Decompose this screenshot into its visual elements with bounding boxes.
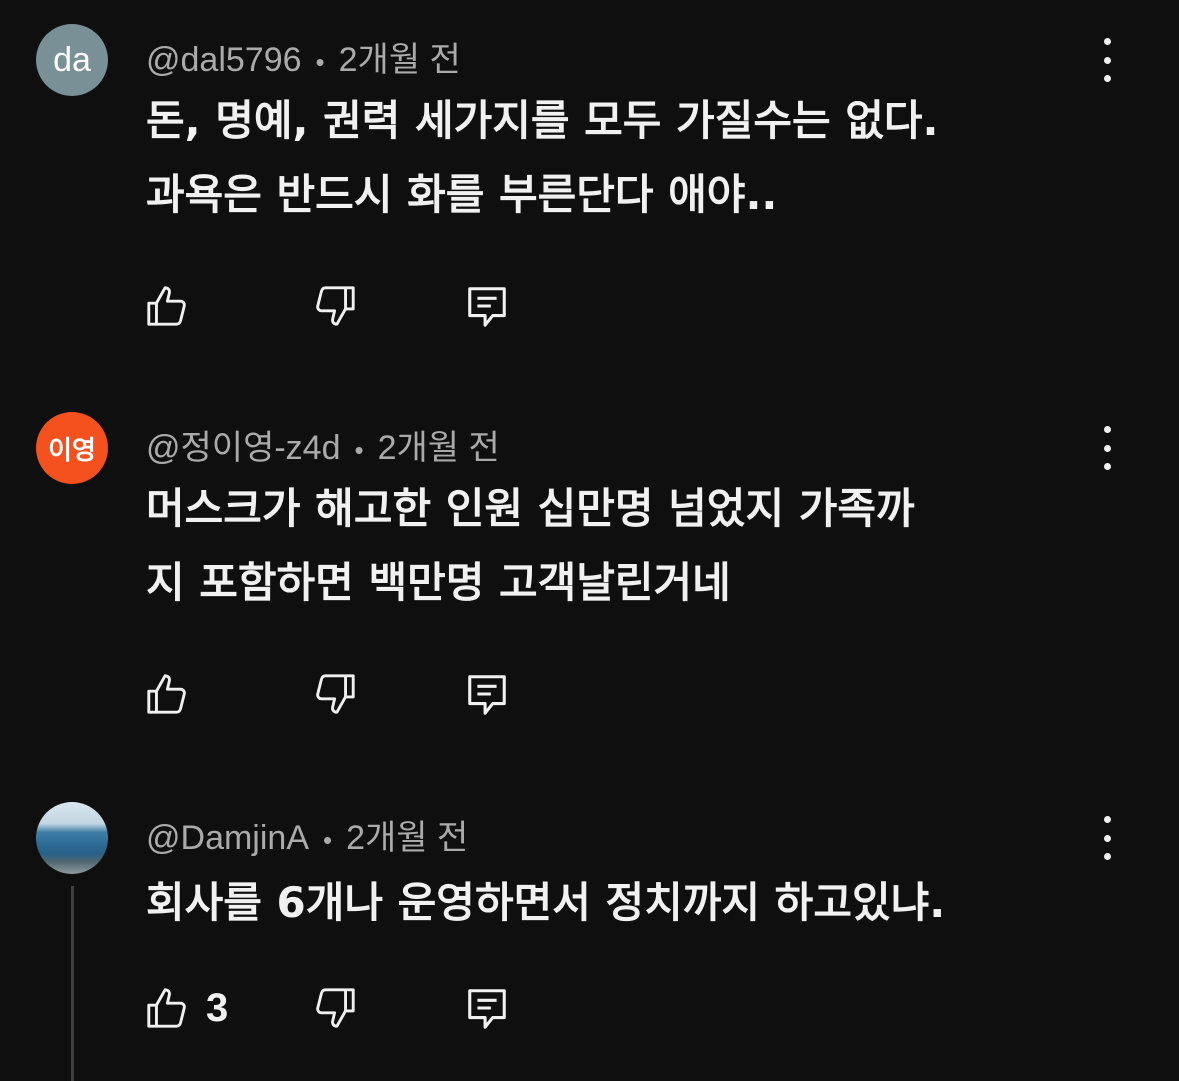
more-vertical-icon[interactable] [1090, 38, 1124, 82]
comment-timestamp[interactable]: 2개월 전 [339, 41, 461, 79]
reply-button[interactable] [464, 670, 510, 718]
comment-actions [144, 282, 544, 332]
comment-text-line: 회사를 6개나 운영하면서 정치까지 하고있냐. [146, 878, 946, 927]
comment-author[interactable]: @정이영-z4d [146, 429, 341, 467]
comment-meta: @dal5796 • 2개월 전 [146, 32, 461, 81]
thumbs-down-icon [316, 988, 355, 1028]
comment-timestamp[interactable]: 2개월 전 [346, 819, 468, 857]
reply-button[interactable] [464, 282, 510, 330]
comment-author[interactable]: @dal5796 [146, 41, 302, 79]
comment-text-line: 과욕은 반드시 화를 부른단다 애야.. [146, 170, 778, 219]
thumbs-down-icon [316, 674, 355, 714]
reply-icon [468, 675, 506, 715]
reply-icon [468, 989, 506, 1029]
comment-actions [144, 670, 544, 720]
comment-text-line: 머스크가 해고한 인원 십만명 넘었지 가족까 [146, 484, 915, 533]
comments-list: da @dal5796 • 2개월 전 돈, 명예, 권력 세가지를 모두 가질수는… [0, 0, 1179, 1081]
reply-thread-line [71, 886, 74, 1081]
meta-separator: • [323, 824, 333, 855]
comment-text-line: 돈, 명예, 권력 세가지를 모두 가질수는 없다. [146, 96, 939, 145]
reply-icon [468, 287, 506, 327]
more-vertical-icon[interactable] [1090, 816, 1124, 860]
thumbs-up-icon [147, 286, 186, 326]
dislike-button[interactable] [312, 984, 358, 1032]
comment-text: 회사를 6개나 운영하면서 정치까지 하고있냐. [146, 866, 1106, 940]
avatar-initials: da [53, 40, 91, 79]
reply-button[interactable] [464, 984, 510, 1032]
comment-author[interactable]: @DamjinA [146, 819, 309, 857]
comment-meta: @정이영-z4d • 2개월 전 [146, 420, 500, 469]
dislike-button[interactable] [312, 282, 358, 330]
comment-text-line: 지 포함하면 백만명 고객날린거네 [146, 558, 731, 607]
like-button[interactable]: 3 [144, 984, 228, 1032]
meta-separator: • [315, 46, 325, 77]
dislike-button[interactable] [312, 670, 358, 718]
comment-actions: 3 [144, 984, 544, 1034]
comment-text: 머스크가 해고한 인원 십만명 넘었지 가족까 지 포함하면 백만명 고객날린거… [146, 472, 1106, 620]
more-vertical-icon[interactable] [1090, 426, 1124, 470]
comment-text: 돈, 명예, 권력 세가지를 모두 가질수는 없다. 과욕은 반드시 화를 부른… [146, 84, 1106, 232]
comment-meta: @DamjinA • 2개월 전 [146, 810, 468, 859]
like-button[interactable] [144, 670, 206, 718]
comment-timestamp[interactable]: 2개월 전 [378, 429, 500, 467]
like-count: 3 [206, 985, 229, 1030]
thumbs-down-icon [316, 286, 355, 326]
thumbs-up-icon [147, 988, 186, 1028]
avatar[interactable]: da [36, 24, 108, 96]
like-button[interactable] [144, 282, 206, 330]
avatar[interactable]: 이영 [36, 412, 108, 484]
meta-separator: • [354, 434, 364, 465]
avatar-initials: 이영 [48, 435, 96, 466]
thumbs-up-icon [147, 674, 186, 714]
avatar[interactable] [36, 802, 108, 874]
